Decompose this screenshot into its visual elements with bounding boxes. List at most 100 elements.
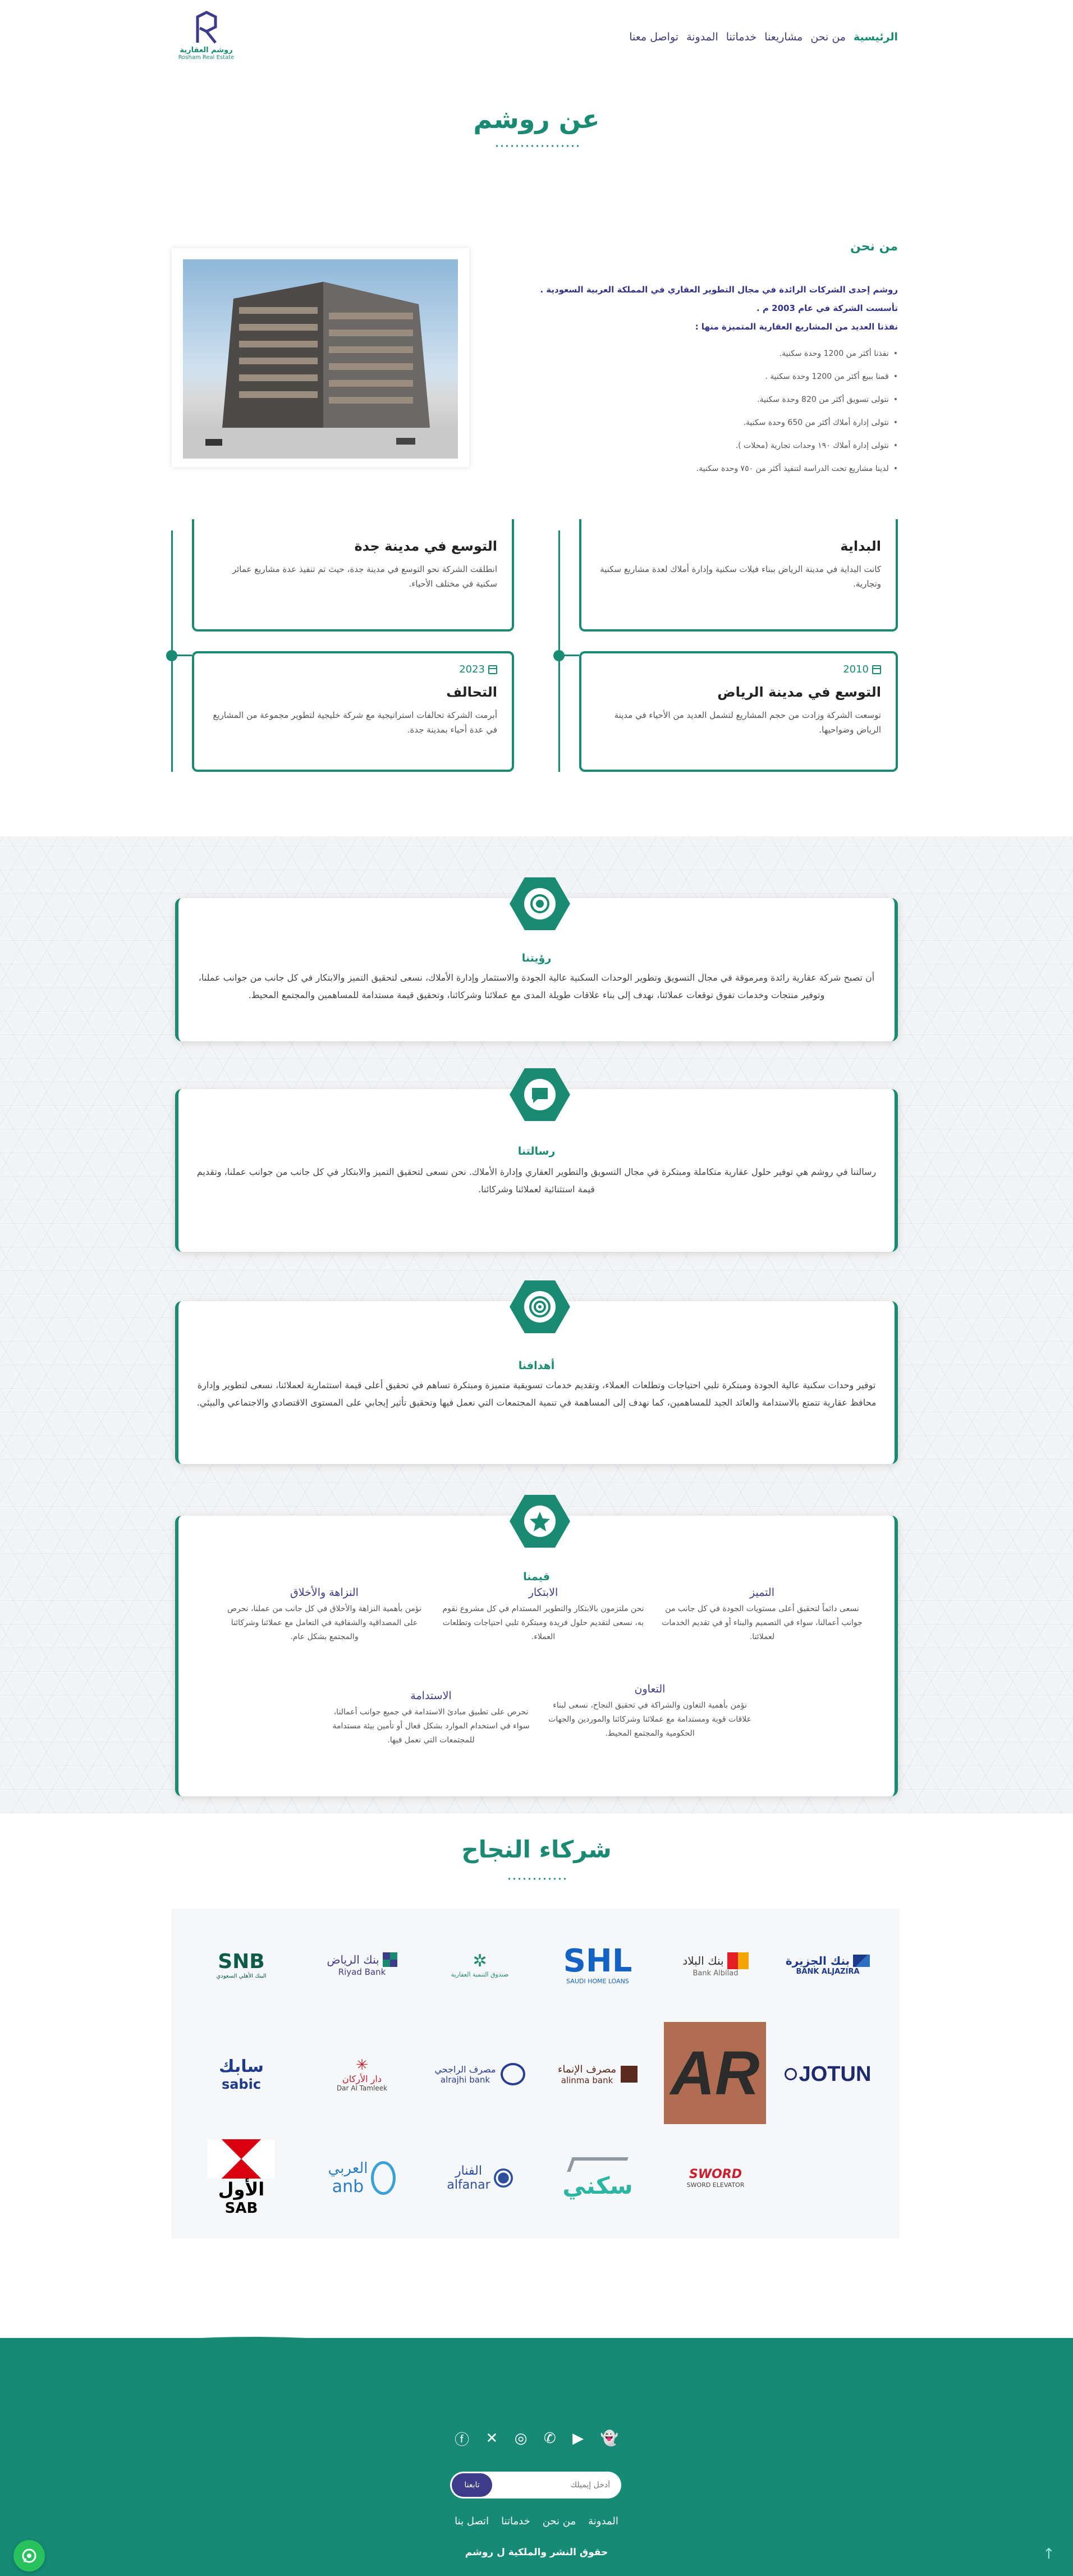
chat-icon [532,1088,548,1103]
alrajhi-mark-icon [500,2063,525,2085]
goals-card: أهدافنا توفير وحدات سكنية عالية الجودة و… [175,1280,898,1464]
nav-contact[interactable]: تواصل معنا [629,31,678,48]
partners-divider [507,1878,566,1880]
partner-logo-sword[interactable]: SWORD SWORD ELEVATOR [665,2153,766,2203]
about-intro: روشم إحدى الشركات الرائدة في مجال التطوي… [539,281,898,336]
snapchat-icon[interactable]: 👻 [600,2430,618,2447]
footer-link-contact[interactable]: اتصل بنا [455,2515,489,2527]
partners-title: شركاء النجاح [461,1836,612,1863]
value-text: نؤمن بأهمية النزاهة والأخلاق في كل جانب … [227,1604,422,1641]
timeline-title: التوسع في مدينة جدة [354,538,497,554]
instagram-icon[interactable]: ◎ [515,2430,528,2447]
partner-logo-alinma[interactable]: مصرف الإنماء alinma bank [547,2049,648,2099]
partner-logo-shl[interactable]: SHL SAUDI HOME LOANS [547,1931,648,1998]
partner-logo-sakani[interactable]: سكني [547,2150,648,2206]
subscribe-button[interactable]: تابعنا [452,2473,492,2497]
timeline-card: 2010 التوسع في مدينة الرياض توسعت الشركة… [579,651,898,772]
footer-link-services[interactable]: خدماتنا [501,2515,530,2527]
value-text: نؤمن بأهمية التعاون والشراكة في تحقيق ال… [548,1701,751,1738]
about-line: نفذنا العديد من المشاريع العقارية المتمي… [695,322,898,332]
achievements-list: نفذنا أكثر من 1200 وحدة سكنية. قمنا ببيع… [539,342,898,481]
about-line: تأسست الشركة في عام 2003 م . [756,303,898,313]
list-item: نتولى إدارة أملاك ١٩٠ وحدات تجارية (محلا… [539,434,898,457]
whatsapp-float-button[interactable] [13,2540,45,2572]
partner-logo-alrajhi[interactable]: مصرف الراجحي alrajhi bank [429,2049,530,2099]
partner-logo-snb[interactable]: SNB البنك الأهلي السعودي [194,1939,289,1990]
nav-services[interactable]: خدماتنا [726,31,757,48]
partner-logo-ar[interactable]: AR [664,2022,766,2124]
timeline-connector [173,655,192,656]
partner-logo-aljazira[interactable]: بنك الجزيرة BANK ALJAZIRA [777,1939,878,1990]
footer-link-blog[interactable]: المدونة [588,2515,618,2527]
vision-card: رؤيتنا أن تصبح شركة عقارية رائدة ومرموقة… [175,877,898,1041]
value-text: نحن ملتزمون بالابتكار والتطوير المستدام … [442,1604,644,1641]
partner-logo-alfanar[interactable]: الفنار alfanar [429,2153,530,2203]
partner-logo-anb[interactable]: العربي anb [311,2150,412,2206]
timeline-year: 2023 [209,664,497,675]
building-image [183,259,458,459]
calendar-icon [488,665,497,674]
albilad-mark-icon [727,1952,749,1969]
social-links: 👻 ▶ ✆ ◎ ✕ ⓕ [455,2428,618,2449]
vision-text: أن تصبح شركة عقارية رائدة ومرموقة في مجا… [198,972,875,1000]
value-name: الابتكار [528,1586,558,1599]
nav-blog[interactable]: المدونة [686,31,718,48]
list-item: نفذنا أكثر من 1200 وحدة سكنية. [539,342,898,365]
anb-mark-icon [371,2161,396,2195]
timeline-card: البداية كانت البداية في مدينة الرياض ببن… [579,519,898,632]
youtube-icon[interactable]: ▶ [572,2430,584,2447]
partner-logo-sab[interactable]: الأول SAB [194,2136,289,2220]
vision-title: رؤيتنا [521,952,552,964]
partner-logo-sabic[interactable]: سابك sabic [194,2049,289,2099]
value-item: النزاهة والأخلاق نؤمن بأهمية النزاهة وال… [223,1586,425,1644]
timeline-title: التوسع في مدينة الرياض [717,684,881,700]
partner-logo-dar-altamleek[interactable]: ✳ دار الأركان Dar Al Tamleek [311,2049,412,2099]
x-icon[interactable]: ✕ [486,2430,498,2447]
partner-logo-jotun[interactable]: JOTUN [777,2049,878,2099]
mission-text: رسالتنا في روشم هي توفير حلول عقارية متك… [196,1166,877,1195]
riyad-mark-icon [382,1952,397,1967]
facebook-icon[interactable]: ⓕ [455,2428,469,2449]
value-name: التعاون [634,1683,666,1695]
nav-projects[interactable]: مشاريعنا [764,31,803,48]
timeline-card: 2023 التحالف أبرمت الشركة تحالفات استرات… [192,651,514,772]
value-item: التعاون نؤمن بأهمية التعاون والشراكة في … [543,1683,756,1741]
timeline-year: 2010 [596,664,881,675]
goals-text: توفير وحدات سكنية عالية الجودة ومبتكرة ت… [196,1380,877,1408]
list-item: قمنا ببيع أكثر من 1200 وحدة سكنية . [539,365,898,388]
goals-title: أهدافنا [518,1360,555,1372]
site-logo[interactable]: روشم العقارية Rosham Real Estate [177,10,236,66]
alfanar-mark-icon [493,2168,513,2188]
partner-logo-redf[interactable]: ✲ صندوق التنمية العقارية [429,1939,530,1990]
value-item: التميز نسعى دائماً لتحقيق أعلى مستويات ا… [661,1586,863,1644]
partner-logo-albilad[interactable]: بنك البلاد Bank Albilad [665,1939,766,1990]
value-text: نحرص على تطبيق مبادئ الاستدامة في جميع ج… [332,1708,530,1745]
logo-text-ar: روشم العقارية [180,46,233,54]
values-title: قيمنا [523,1571,550,1583]
about-heading: من نحن [850,240,898,254]
timeline-text: انطلقت الشركة نحو التوسع في مدينة جدة، ح… [232,564,497,589]
target-icon [529,1296,551,1317]
partner-logo-riyad[interactable]: بنك الرياض Riyad Bank [311,1939,412,1990]
timeline-title: التحالف [446,684,497,700]
value-name: النزاهة والأخلاق [290,1586,359,1599]
dar-mark-icon: ✳ [356,2056,368,2074]
about-line: روشم إحدى الشركات الرائدة في مجال التطوي… [540,285,898,295]
nav-home[interactable]: الرئيسية [854,31,898,48]
whatsapp-icon[interactable]: ✆ [544,2430,556,2447]
timeline-connector [560,655,579,656]
footer-link-about[interactable]: من نحن [543,2515,576,2527]
footer-nav: المدونة من نحن خدماتنا اتصل بنا [393,2515,680,2527]
mission-title: رسالتنا [517,1145,556,1157]
value-item: الابتكار نحن ملتزمون بالابتكار والتطوير … [442,1586,644,1644]
email-field[interactable] [495,2472,621,2499]
list-item: لدينا مشاريع تحت الدراسة لتنفيذ أكثر من … [539,457,898,481]
nav-about[interactable]: من نحن [810,31,846,48]
scroll-top-icon[interactable]: ↑ [1043,2546,1055,2563]
value-item: الاستدامة نحرص على تطبيق مبادئ الاستدامة… [324,1690,538,1747]
subscribe-form: تابعنا [450,2472,621,2499]
sab-hexagon-icon [208,2139,275,2179]
list-item: نتولى إدارة أملاك أكثر من 650 وحدة سكنية… [539,411,898,434]
main-nav: الرئيسية من نحن مشاريعنا خدماتنا المدونة… [629,31,898,48]
value-text: نسعى دائماً لتحقيق أعلى مستويات الجودة ف… [662,1604,863,1641]
